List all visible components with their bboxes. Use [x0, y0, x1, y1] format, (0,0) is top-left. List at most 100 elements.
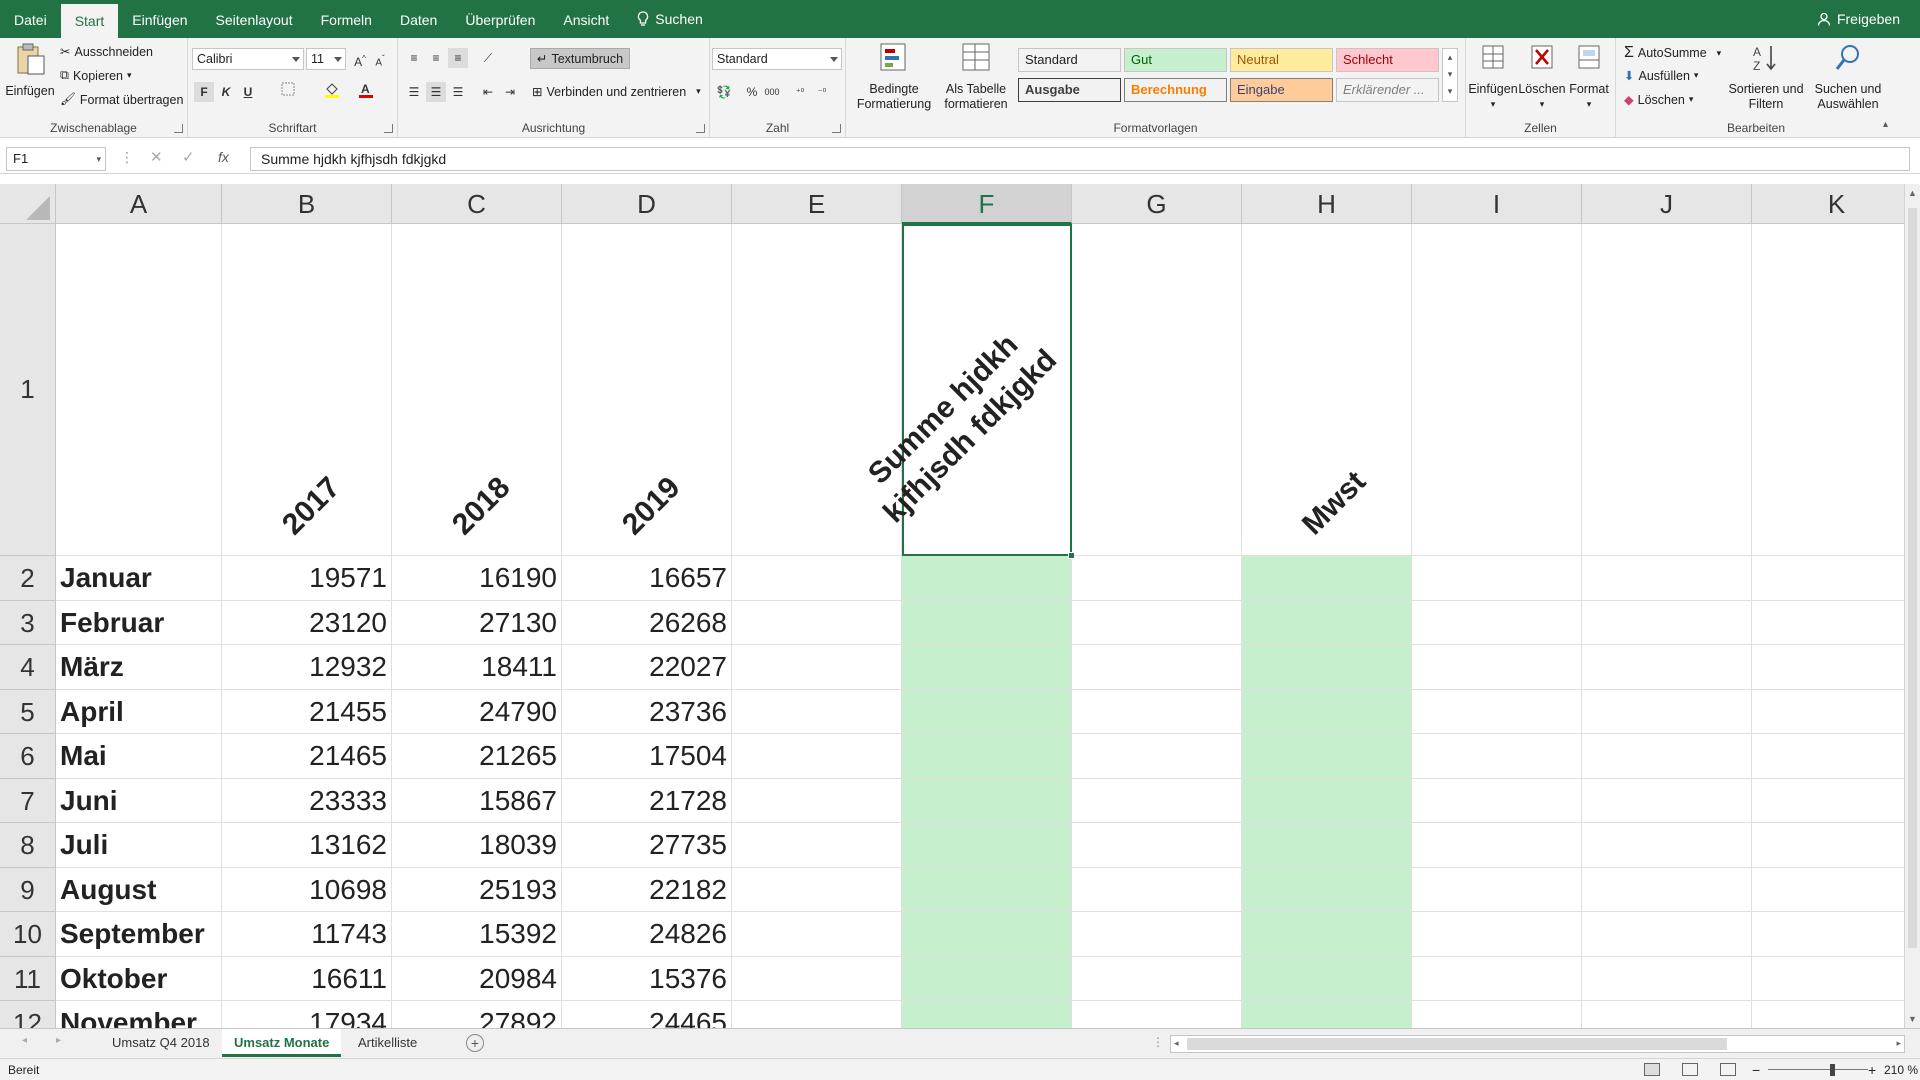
scroll-right-icon[interactable]: ▸ — [1896, 1038, 1901, 1049]
add-sheet-button[interactable]: + — [466, 1034, 484, 1052]
row-header-6[interactable]: 6 — [0, 734, 56, 779]
cut-button[interactable]: ✂ Ausschneiden — [60, 44, 153, 60]
cell-j3[interactable] — [1582, 600, 1752, 645]
page-break-view-icon[interactable] — [1720, 1063, 1736, 1076]
cell-b4[interactable]: 12932 — [222, 645, 392, 690]
cell-g7[interactable] — [1072, 778, 1242, 823]
zoom-slider-thumb[interactable] — [1830, 1064, 1835, 1076]
cell-j7[interactable] — [1582, 778, 1752, 823]
paste-button[interactable]: Einfügen — [4, 42, 56, 99]
cell-j8[interactable] — [1582, 823, 1752, 868]
cell-k5[interactable] — [1752, 690, 1904, 734]
cell-k8[interactable] — [1752, 823, 1904, 868]
page-layout-view-icon[interactable] — [1682, 1063, 1698, 1076]
cell-d4[interactable]: 22027 — [562, 645, 732, 690]
decrease-decimal-icon[interactable]: ⁻⁰ — [812, 82, 832, 102]
font-name-select[interactable]: Calibri — [192, 48, 304, 70]
alignment-launcher-icon[interactable] — [696, 124, 705, 133]
sort-filter-button[interactable]: AZ Sortieren und Filtern — [1726, 42, 1806, 112]
cell-a10[interactable]: September — [56, 912, 222, 957]
cell-f9[interactable] — [902, 867, 1072, 912]
fill-handle[interactable] — [1068, 552, 1075, 559]
tab-ueberpruefen[interactable]: Überprüfen — [451, 0, 549, 38]
row-header-8[interactable]: 8 — [0, 823, 56, 868]
column-header-a[interactable]: A — [56, 184, 222, 224]
horizontal-scroll-thumb[interactable] — [1187, 1038, 1727, 1050]
clipboard-launcher-icon[interactable] — [174, 124, 183, 133]
fill-button[interactable]: ⬇ Ausfüllen ▾ — [1624, 68, 1698, 84]
cell-k4[interactable] — [1752, 645, 1904, 690]
formula-input[interactable]: Summe hjdkh kjfhjsdh fdkjgkd — [250, 147, 1910, 171]
style-gut[interactable]: Gut — [1124, 48, 1227, 72]
styles-gallery-scroll[interactable]: ▴ ▾ ▾ — [1442, 48, 1458, 102]
cell-c4[interactable]: 18411 — [392, 645, 562, 690]
tab-ansicht[interactable]: Ansicht — [549, 0, 623, 38]
cell-j11[interactable] — [1582, 956, 1752, 1001]
cell-h7[interactable] — [1242, 778, 1412, 823]
cell-d2[interactable]: 16657 — [562, 556, 732, 601]
cell-j1[interactable] — [1582, 224, 1752, 556]
cell-a8[interactable]: Juli — [56, 823, 222, 868]
row-header-11[interactable]: 11 — [0, 956, 56, 1001]
style-berechnung[interactable]: Berechnung — [1124, 78, 1227, 102]
cancel-icon[interactable]: ✕ — [150, 148, 163, 166]
cell-e9[interactable] — [732, 867, 902, 912]
cell-a12[interactable]: November — [56, 1001, 222, 1028]
cell-f4[interactable] — [902, 645, 1072, 690]
cell-a1[interactable] — [56, 224, 222, 556]
insert-cells-button[interactable]: Einfügen ▾ — [1468, 42, 1518, 112]
cell-k9[interactable] — [1752, 868, 1904, 912]
cell-c6[interactable]: 21265 — [392, 734, 562, 779]
enter-icon[interactable]: ✓ — [182, 148, 195, 166]
cell-i2[interactable] — [1412, 556, 1582, 601]
cell-d7[interactable]: 21728 — [562, 778, 732, 823]
column-header-d[interactable]: D — [562, 184, 732, 224]
cell-e6[interactable] — [732, 734, 902, 779]
column-header-k[interactable]: K — [1752, 184, 1904, 224]
tab-einfuegen[interactable]: Einfügen — [118, 0, 201, 38]
style-erklaerender[interactable]: Erklärender ... — [1336, 78, 1439, 102]
vertical-scroll-thumb[interactable] — [1908, 208, 1917, 948]
style-neutral[interactable]: Neutral — [1230, 48, 1333, 72]
grow-font-button[interactable]: A^ — [350, 49, 370, 69]
cell-e8[interactable] — [732, 823, 902, 868]
row-header-1[interactable]: 1 — [0, 224, 56, 556]
spreadsheet-grid[interactable]: A B C D E F G H I J K 1 2017 2018 2019 Mwst Summe hjdkh … — [0, 184, 1904, 1028]
cell-h3[interactable] — [1242, 600, 1412, 645]
cell-f12[interactable] — [902, 1001, 1072, 1028]
cell-f6[interactable] — [902, 734, 1072, 779]
cell-b7[interactable]: 23333 — [222, 778, 392, 823]
tell-me-search[interactable]: Suchen — [623, 0, 716, 38]
cell-d11[interactable]: 15376 — [562, 956, 732, 1001]
cell-f2[interactable] — [902, 556, 1072, 601]
number-launcher-icon[interactable] — [832, 124, 841, 133]
sheet-tab-umsatz-monate[interactable]: Umsatz Monate — [222, 1029, 342, 1057]
cell-i12[interactable] — [1412, 1001, 1582, 1028]
cell-f5[interactable] — [902, 689, 1072, 734]
sheet-tab-umsatz-q4-2018[interactable]: Umsatz Q4 2018 — [100, 1029, 222, 1057]
next-sheet-icon[interactable]: ▸ — [56, 1035, 61, 1046]
cell-g10[interactable] — [1072, 912, 1242, 957]
cell-b12[interactable]: 17934 — [222, 1001, 392, 1028]
cell-e12[interactable] — [732, 1001, 902, 1028]
cell-g6[interactable] — [1072, 734, 1242, 779]
cell-b6[interactable]: 21465 — [222, 734, 392, 779]
cell-e11[interactable] — [732, 956, 902, 1001]
number-format-select[interactable]: Standard — [712, 48, 842, 70]
align-top-icon[interactable]: ≡ — [404, 48, 424, 68]
wrap-text-button[interactable]: ↵ Textumbruch — [530, 48, 631, 69]
cell-i9[interactable] — [1412, 867, 1582, 912]
cell-j10[interactable] — [1582, 912, 1752, 957]
thousands-button[interactable]: 000 — [762, 82, 782, 102]
cell-a11[interactable]: Oktober — [56, 956, 222, 1001]
cell-k7[interactable] — [1752, 779, 1904, 823]
cell-i7[interactable] — [1412, 778, 1582, 823]
tab-formeln[interactable]: Formeln — [307, 0, 386, 38]
cell-d8[interactable]: 27735 — [562, 823, 732, 868]
cell-i5[interactable] — [1412, 689, 1582, 734]
align-left-icon[interactable]: ☰ — [404, 82, 424, 102]
row-header-4[interactable]: 4 — [0, 645, 56, 690]
cell-c12[interactable]: 27892 — [392, 1001, 562, 1028]
font-size-select[interactable]: 11 — [306, 48, 346, 70]
row-header-3[interactable]: 3 — [0, 600, 56, 645]
